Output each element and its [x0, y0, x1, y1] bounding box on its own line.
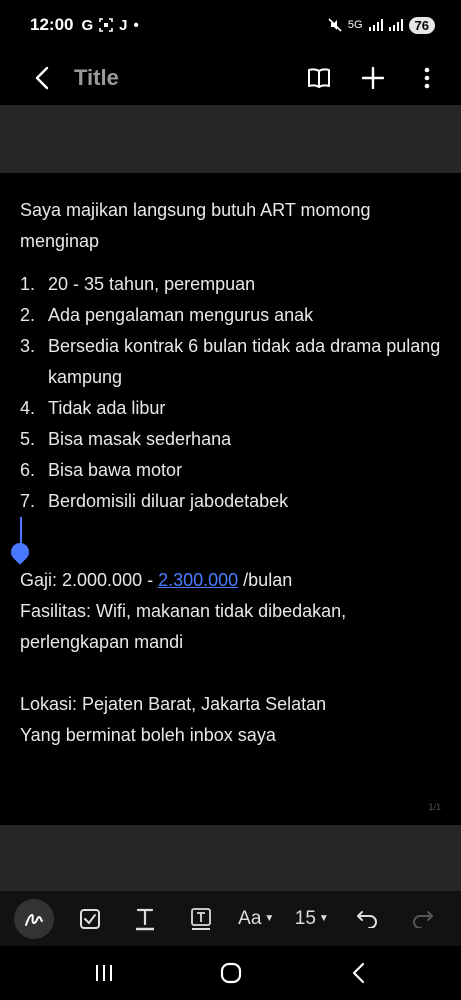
location-line[interactable]: Lokasi: Pejaten Barat, Jakarta Selatan — [20, 689, 441, 720]
page-indicator: 1/1 — [428, 802, 441, 812]
undo-icon — [357, 910, 378, 928]
checkbox-icon — [79, 908, 100, 929]
undo-button[interactable] — [347, 899, 387, 939]
dot-icon: • — [133, 16, 139, 34]
add-button[interactable] — [359, 64, 387, 92]
list-item[interactable]: 2. Ada pengalaman mengurus anak — [20, 300, 441, 331]
list-item[interactable]: 5. Bisa masak sederhana — [20, 424, 441, 455]
note-editor[interactable]: Saya majikan langsung butuh ART momong m… — [0, 173, 461, 825]
contact-line[interactable]: Yang berminat boleh inbox saya — [20, 720, 441, 751]
network-type-label: 5G — [347, 19, 363, 31]
chevron-left-icon — [35, 66, 49, 89]
caret-down-icon: ▼ — [318, 913, 329, 924]
book-icon — [308, 67, 330, 88]
facilities-line[interactable]: Fasilitas: Wifi, makanan tidak dibedakan… — [20, 596, 441, 658]
font-size-label: 15 — [294, 907, 316, 929]
plus-icon — [361, 66, 385, 89]
text-style-icon — [136, 908, 155, 930]
more-vertical-icon — [424, 67, 430, 88]
text-box-button[interactable] — [181, 899, 221, 939]
checkbox-button[interactable] — [70, 899, 110, 939]
recent-apps-button[interactable] — [84, 953, 124, 993]
recents-icon — [95, 965, 112, 981]
font-label: Aa — [238, 907, 262, 929]
caret-down-icon: ▼ — [264, 913, 275, 924]
pen-mode-button[interactable] — [14, 898, 54, 939]
cursor-handle[interactable] — [7, 539, 33, 565]
requirements-list: 1. 20 - 35 tahun, perempuan 2. Ada pengala… — [20, 269, 441, 517]
page-margin-bottom — [0, 825, 461, 891]
app-bar: Title — [0, 50, 461, 105]
status-system-icons: 5G 76 — [328, 16, 435, 34]
back-icon — [352, 962, 364, 984]
mute-icon — [328, 18, 342, 32]
text-style-button[interactable] — [125, 899, 165, 939]
google-icon: G — [81, 16, 94, 34]
list-item[interactable]: 7. Berdomisili diluar jabodetabek — [20, 486, 441, 517]
pen-icon — [25, 913, 43, 926]
salary-line[interactable]: Gaji: 2.000.000 - 2.300.000 /bulan — [20, 565, 441, 596]
list-item[interactable]: 1. 20 - 35 tahun, perempuan — [20, 269, 441, 300]
screenshot-icon — [99, 18, 113, 32]
app-actions — [305, 64, 441, 92]
back-button[interactable] — [30, 63, 54, 93]
home-icon — [220, 962, 241, 984]
system-nav-bar — [0, 946, 461, 1000]
home-button[interactable] — [211, 953, 251, 993]
status-notification-icons: G J • — [81, 17, 138, 34]
app-notification-icon: J — [119, 16, 128, 34]
list-item[interactable]: 3. Bersedia kontrak 6 bulan tidak ada dra… — [20, 331, 441, 393]
reading-mode-button[interactable] — [305, 64, 333, 92]
list-item[interactable]: 6. Bisa bawa motor — [20, 455, 441, 486]
signal-icon-1 — [368, 19, 383, 31]
battery-indicator: 76 — [408, 16, 435, 34]
note-intro[interactable]: Saya majikan langsung butuh ART momong m… — [20, 195, 441, 257]
page-margin-top — [0, 105, 461, 173]
text-cursor[interactable] — [7, 517, 441, 565]
status-bar: 12:00 G J • 5G 76 — [0, 0, 461, 50]
font-size-button[interactable]: 15 ▼ — [292, 899, 332, 939]
list-item[interactable]: 4. Tidak ada libur — [20, 393, 441, 424]
redo-icon — [412, 910, 433, 928]
back-nav-button[interactable] — [338, 953, 378, 993]
more-options-button[interactable] — [413, 64, 441, 92]
editor-toolbar: Aa ▼ 15 ▼ — [0, 891, 461, 946]
note-title[interactable]: Title — [74, 65, 119, 91]
redo-button[interactable] — [403, 899, 443, 939]
status-time: 12:00 — [30, 15, 74, 34]
font-button[interactable]: Aa ▼ — [236, 899, 276, 939]
salary-link[interactable]: 2.300.000 — [158, 570, 238, 590]
text-box-icon — [190, 907, 211, 930]
signal-icon-2 — [388, 19, 403, 31]
